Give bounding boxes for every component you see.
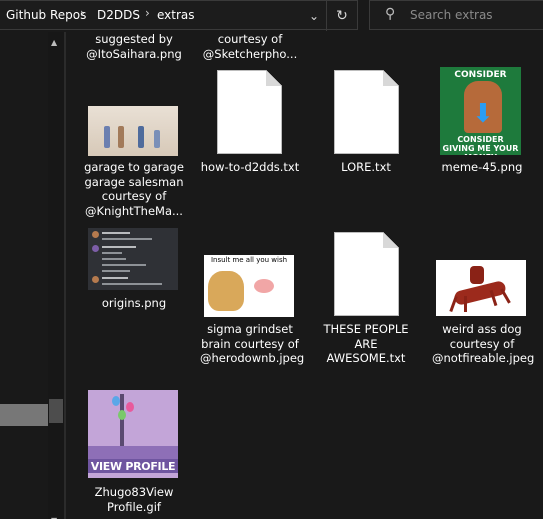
thumb-text-insult: Insult me all you wish (210, 256, 288, 264)
meme-45-thumbnail[interactable]: CONSIDER ⬇ CONSIDER GIVING ME YOUR MONEY (440, 67, 521, 155)
nav-selected-item[interactable] (0, 404, 48, 426)
sigma-grindset-thumbnail[interactable]: Insult me all you wish (204, 255, 294, 317)
nav-scrollbar[interactable]: ▲ ▼ (48, 32, 64, 519)
thumb-text-consider: CONSIDER (454, 70, 507, 80)
text-file-icon[interactable] (334, 232, 399, 316)
scrollbar-thumb[interactable] (49, 399, 63, 423)
navigation-pane (0, 32, 48, 519)
garage-salesman-thumbnail[interactable] (88, 106, 178, 156)
file-label-origins[interactable]: origins.png (84, 296, 184, 311)
file-label-how-to-d2dds[interactable]: how-to-d2dds.txt (200, 160, 300, 175)
search-box[interactable]: ⚲ Search extras (369, 0, 543, 30)
text-file-icon[interactable] (334, 70, 399, 154)
file-label-garage-salesman[interactable]: garage to garage garage salesman courtes… (84, 160, 184, 218)
chevron-down-icon[interactable]: ⌄ (303, 4, 325, 28)
divider (326, 1, 327, 31)
breadcrumb-d2dds[interactable]: D2DDS (97, 8, 140, 22)
file-label-these-people[interactable]: THESE PEOPLE ARE AWESOME.txt (316, 322, 416, 366)
weird-dog-thumbnail[interactable] (436, 260, 526, 316)
file-label-sigma-grindset[interactable]: sigma grindset brain courtesy of @herodo… (200, 322, 304, 366)
search-icon: ⚲ (385, 6, 396, 22)
brain-figure (254, 279, 274, 293)
origins-thumbnail[interactable] (88, 228, 178, 290)
scroll-up-icon[interactable]: ▲ (51, 38, 57, 47)
breadcrumb-github-repos[interactable]: Github Repos (6, 8, 86, 22)
text-file-icon[interactable] (217, 70, 282, 154)
doge-figure (208, 271, 244, 311)
arrow-down-icon: ⬇ (472, 99, 494, 129)
content-scrollbar[interactable] (535, 32, 543, 519)
breadcrumb-extras[interactable]: extras (157, 8, 195, 22)
file-label-weird-dog[interactable]: weird ass dog courtesy of @notfireable.j… (432, 322, 534, 366)
breadcrumb-separator-icon[interactable]: › (145, 6, 150, 20)
file-label-ito-saihara[interactable]: suggested by @ItoSaihara.png (84, 32, 184, 61)
thumb-text-view-profile: VIEW PROFILE (90, 460, 176, 473)
refresh-icon[interactable]: ↻ (329, 4, 355, 28)
file-label-sketcherpho[interactable]: courtesy of @Sketcherpho... (200, 32, 300, 61)
pane-divider[interactable] (64, 32, 66, 519)
top-bar: Github Repos › D2DDS › extras ⌄ ↻ ⚲ Sear… (0, 0, 543, 32)
file-label-meme-45[interactable]: meme-45.png (432, 160, 532, 175)
file-label-lore[interactable]: LORE.txt (316, 160, 416, 175)
breadcrumb-separator-icon[interactable]: › (80, 6, 85, 20)
zhugo-view-profile-thumbnail[interactable]: VIEW PROFILE (88, 390, 178, 478)
file-label-zhugo[interactable]: Zhugo83ViewProfile.gif (84, 485, 184, 514)
thumb-text-consider-giving: CONSIDER GIVING ME YOUR MONEY (442, 135, 519, 155)
search-placeholder[interactable]: Search extras (410, 8, 493, 22)
